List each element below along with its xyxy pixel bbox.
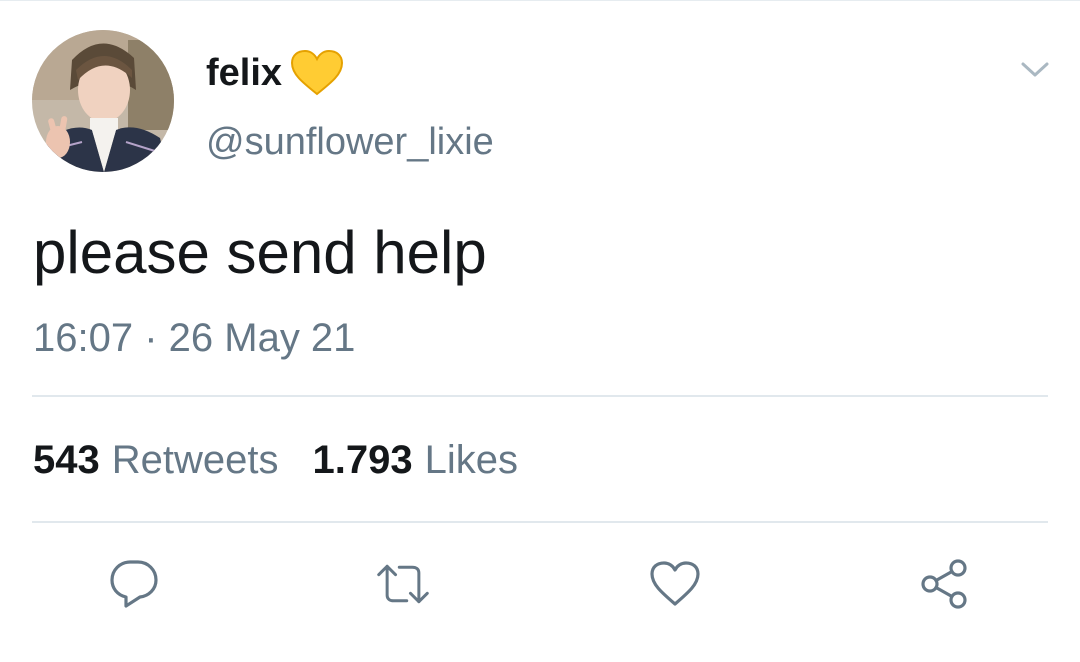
- top-divider: [0, 0, 1080, 1]
- avatar-photo: [32, 30, 174, 172]
- retweet-button[interactable]: [375, 556, 431, 612]
- chevron-down-icon: [1021, 62, 1049, 77]
- retweets-stat[interactable]: 543 Retweets: [33, 436, 279, 484]
- share-icon: [921, 559, 967, 609]
- avatar[interactable]: [32, 30, 174, 172]
- likes-label: Likes: [424, 438, 518, 482]
- reply-icon: [110, 560, 158, 608]
- likes-stat[interactable]: 1.793 Likes: [313, 436, 519, 484]
- engagement-stats: 543 Retweets 1.793 Likes: [33, 436, 518, 484]
- likes-count: 1.793: [312, 438, 413, 482]
- retweets-label: Retweets: [111, 438, 279, 482]
- divider: [32, 395, 1048, 397]
- author-name-row[interactable]: felix: [206, 50, 344, 96]
- user-handle[interactable]: @sunflower_lixie: [206, 120, 494, 164]
- like-icon: [650, 561, 700, 606]
- more-options-button[interactable]: [1018, 55, 1052, 83]
- like-button[interactable]: [647, 556, 703, 612]
- retweet-icon: [377, 564, 429, 604]
- retweets-count: 543: [33, 438, 100, 482]
- tweet-timestamp[interactable]: 16:07 · 26 May 21: [33, 314, 355, 362]
- tweet-text: please send help: [33, 219, 487, 286]
- share-button[interactable]: [917, 556, 973, 612]
- divider: [32, 521, 1048, 523]
- display-name[interactable]: felix: [206, 51, 282, 95]
- yellow-heart-icon: [291, 50, 344, 96]
- reply-button[interactable]: [106, 556, 162, 612]
